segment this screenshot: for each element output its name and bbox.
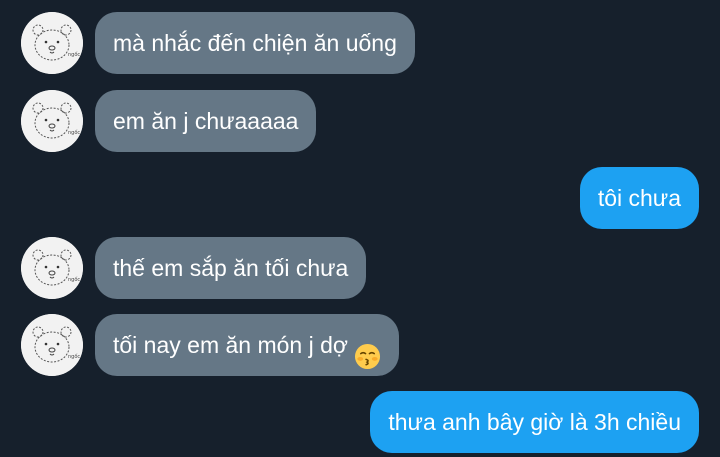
incoming-message-bubble[interactable]: em ăn j chưaaaaa (95, 90, 317, 152)
bear-avatar-icon: ngốc (21, 12, 83, 74)
contact-avatar[interactable]: ngốc (21, 237, 83, 299)
bear-avatar-icon: ngốc (21, 237, 83, 299)
svg-text:ngốc: ngốc (68, 129, 80, 136)
kissing-face-emoji-icon (354, 331, 381, 370)
message-text: em ăn j chưaaaaa (113, 108, 299, 134)
bear-avatar-icon: ngốc (21, 90, 83, 152)
incoming-message-bubble[interactable]: thế em sắp ăn tối chưa (95, 237, 367, 299)
incoming-message-bubble[interactable]: mà nhắc đến chiện ăn uống (95, 12, 415, 74)
message-text: tôi chưa (597, 185, 681, 211)
message-text: thưa anh bây giờ là 3h chiều (388, 409, 681, 435)
message-text: thế em sắp ăn tối chưa (113, 255, 349, 281)
bear-avatar-icon: ngốc (21, 314, 83, 376)
message-text: tối nay em ăn món j dợ (113, 332, 348, 358)
contact-avatar[interactable]: ngốc (21, 90, 83, 152)
outgoing-message-bubble[interactable]: thưa anh bây giờ là 3h chiều (370, 391, 699, 453)
contact-avatar[interactable]: ngốc (21, 314, 83, 376)
outgoing-message-bubble[interactable]: tôi chưa (579, 167, 699, 229)
svg-text:ngốc: ngốc (68, 276, 80, 283)
svg-text:ngốc: ngốc (68, 51, 80, 58)
incoming-message-bubble[interactable]: tối nay em ăn món j dợ (95, 314, 399, 376)
message-text: mà nhắc đến chiện ăn uống (113, 30, 397, 56)
contact-avatar[interactable]: ngốc (21, 12, 83, 74)
svg-text:ngốc: ngốc (68, 353, 80, 360)
